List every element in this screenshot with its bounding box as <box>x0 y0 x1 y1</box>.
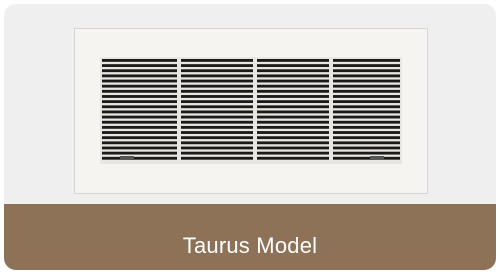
grille-slat <box>102 89 400 93</box>
air-vent-grille-icon <box>74 28 428 194</box>
grille-slat <box>102 146 400 150</box>
product-image-area <box>4 4 496 204</box>
grille-slat <box>102 105 400 109</box>
product-card[interactable]: Taurus Model <box>4 4 496 270</box>
grille-slat <box>102 120 400 124</box>
grille-slat <box>102 115 400 119</box>
grille-slat <box>102 141 400 145</box>
grille-slat <box>102 151 400 155</box>
grille-slat <box>102 84 400 88</box>
product-name: Taurus Model <box>182 233 318 258</box>
grille-slat <box>102 69 400 73</box>
grille-slat <box>102 125 400 129</box>
grille-slat <box>102 136 400 140</box>
grille-slat <box>102 100 400 104</box>
grille-slat <box>102 131 400 134</box>
grille-slat <box>102 74 400 78</box>
grille-slat <box>102 79 400 83</box>
grille-slat <box>102 156 400 160</box>
grille-slat <box>102 64 400 67</box>
grille-slat <box>102 59 400 62</box>
product-label-bar: Taurus Model <box>4 204 496 270</box>
grille-slat <box>102 95 400 98</box>
grille-slat <box>102 110 400 114</box>
